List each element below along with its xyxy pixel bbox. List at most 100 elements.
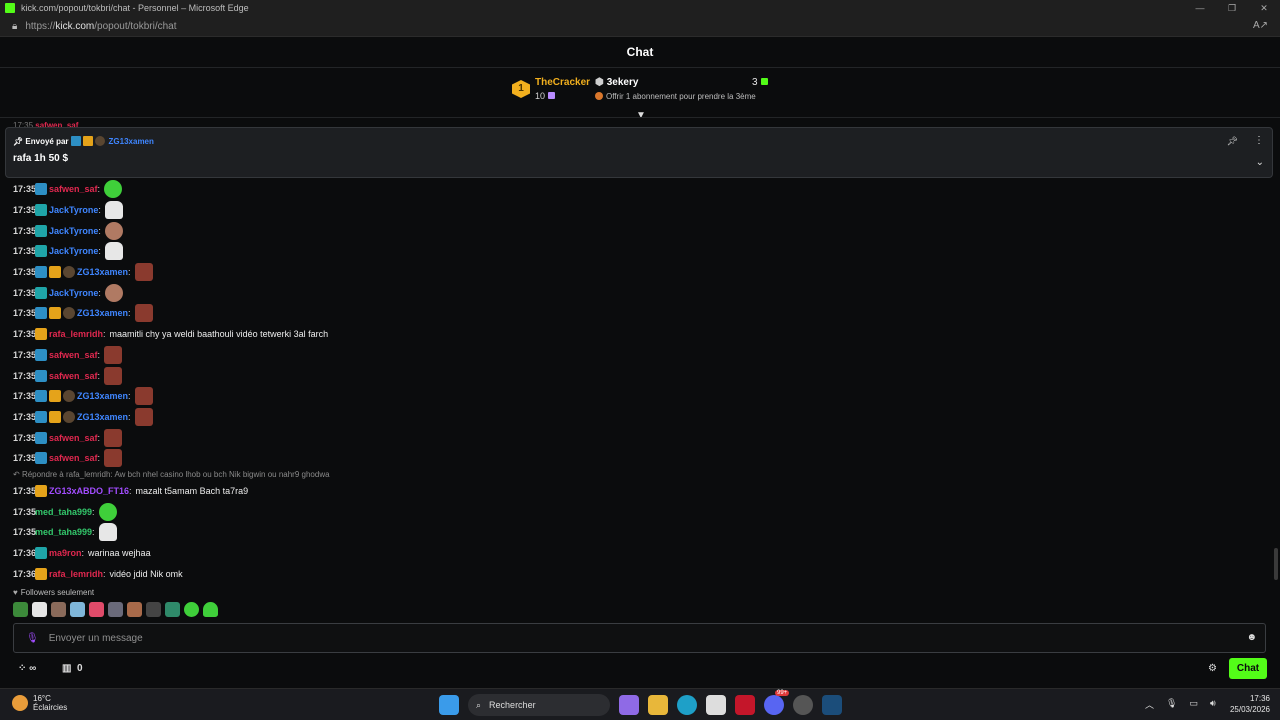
og-badge-icon[interactable] [35,307,47,320]
chat-message[interactable]: 17:35 JackTyrone: [13,241,1253,262]
store-points[interactable]: ▥ 0 [62,663,83,674]
emoji-picker-icon[interactable]: ☻ [1246,632,1257,643]
channel-points-indicator[interactable]: ⁘ ∞ [18,663,36,674]
message-username[interactable]: JackTyrone [49,246,98,256]
clock[interactable]: 17:36 25/03/2026 [1224,693,1270,715]
og-badge-icon[interactable] [35,369,47,382]
message-input[interactable]: 🎙︎ Envoyer un message ☻ [13,623,1266,653]
emote-icon[interactable] [104,221,123,240]
network-icon[interactable]: ▭ [1189,698,1198,711]
lock-icon[interactable]: 🔒︎ [12,21,17,32]
message-username[interactable]: JackTyrone [49,205,98,215]
message-username[interactable]: rafa_lemridh [49,329,103,339]
emote-icon[interactable] [134,263,153,282]
emote-icon[interactable] [108,602,123,617]
emote-icon[interactable] [104,449,123,468]
message-username[interactable]: med_taha999 [35,527,92,537]
crown-badge-icon[interactable] [49,266,61,279]
message-username[interactable]: rafa_lemridh [49,569,103,579]
pinned-message[interactable]: 📌︎ Envoyé par ZG13xamen rafa 1h 50 $ 📌︎ … [5,127,1273,178]
crown-badge-icon[interactable] [35,567,47,580]
message-username[interactable]: ZG13xamen [77,391,128,401]
og-badge-icon[interactable] [35,410,47,423]
close-icon[interactable]: ✕ [1248,0,1280,16]
message-username[interactable]: ZG13xABDO_FT16 [49,486,129,496]
chat-message[interactable]: 17:35 JackTyrone: [13,282,1253,303]
og-badge-icon[interactable] [35,452,47,465]
copilot-icon[interactable] [619,695,639,715]
emote-icon[interactable] [104,366,123,385]
steam-icon[interactable] [822,695,842,715]
more-options-icon[interactable]: ⋮ [1254,135,1264,146]
crown-badge-icon[interactable] [49,410,61,423]
emote-icon[interactable] [203,602,218,617]
minimize-icon[interactable]: — [1184,0,1216,16]
emote-icon[interactable] [98,523,117,542]
edge-icon[interactable] [677,695,697,715]
emote-icon[interactable] [51,602,66,617]
emote-icon[interactable] [104,345,123,364]
volume-icon[interactable]: 🔊︎ [1210,698,1216,711]
emote-icon[interactable] [104,283,123,302]
acrobat-icon[interactable] [735,695,755,715]
message-username[interactable]: ma9ron [49,548,82,558]
chat-message[interactable]: 17:35 ZG13xABDO_FT16: mazalt t5amam Bach t… [13,481,1253,502]
message-username[interactable]: ZG13xamen [77,308,128,318]
emote-icon[interactable] [104,201,123,220]
weather-widget[interactable]: 16°C Éclaircies [12,694,67,712]
sub-badge-icon[interactable] [35,204,47,217]
chat-message[interactable]: 17:35 safwen_saf: [13,345,1253,366]
sub-badge-icon[interactable] [35,245,47,258]
chat-message[interactable]: 17:36 ma9ron: warinaa wejhaa [13,543,1253,564]
message-username[interactable]: ZG13xamen [77,412,128,422]
chat-message[interactable]: 17:35 med_taha999: [13,501,1253,522]
mod-badge-icon[interactable] [63,307,75,320]
emote-icon[interactable] [104,428,123,447]
mod-badge-icon[interactable] [63,390,75,403]
message-username[interactable]: safwen_saf [49,350,98,360]
start-icon[interactable] [439,695,459,715]
sub-badge-icon[interactable] [35,224,47,237]
message-username[interactable]: safwen_saf [49,371,98,381]
read-aloud-icon[interactable]: A↗ [1253,20,1268,31]
chat-message[interactable]: 17:35 ZG13xamen: [13,262,1253,283]
emote-icon[interactable] [32,602,47,617]
message-username[interactable]: ZG13xamen [77,267,128,277]
chat-message[interactable]: 17:35 safwen_saf: [13,448,1253,469]
send-chat-button[interactable]: Chat [1229,658,1267,679]
reply-context[interactable]: ↶ Répondre à rafa_lemridh: Aw bch nhel c… [13,469,1253,481]
discord-icon[interactable]: 99+ [764,690,790,715]
chat-message[interactable]: 17:35 ZG13xamen: [13,386,1253,407]
sub-badge-icon[interactable] [35,286,47,299]
emote-icon[interactable] [134,387,153,406]
mod-badge-icon[interactable] [63,410,75,423]
unpin-icon[interactable]: 📌︎ [1227,136,1238,147]
mod-badge-icon[interactable] [63,266,75,279]
emote-icon[interactable] [98,502,117,521]
message-username[interactable]: JackTyrone [49,226,98,236]
chat-message[interactable]: 17:35 med_taha999: [13,522,1253,543]
emote-icon[interactable] [104,180,123,199]
og-badge-icon[interactable] [35,266,47,279]
chevron-up-icon[interactable]: ︿ [1145,698,1154,711]
crown-badge-icon[interactable] [35,484,47,497]
mic-tray-icon[interactable]: 🎙︎ [1166,698,1177,711]
chatgpt-icon[interactable] [793,695,813,715]
og-badge-icon[interactable] [35,390,47,403]
scrollbar[interactable] [1274,548,1278,580]
message-username[interactable]: safwen_saf [49,433,98,443]
emote-icon[interactable] [70,602,85,617]
message-username[interactable]: JackTyrone [49,288,98,298]
pinned-sender-name[interactable]: ZG13xamen [109,137,154,146]
emote-icon[interactable] [89,602,104,617]
emote-icon[interactable] [134,304,153,323]
emote-icon[interactable] [184,602,199,617]
sub-badge-icon[interactable] [35,547,47,560]
emote-icon[interactable] [165,602,180,617]
file-explorer-icon[interactable] [648,695,668,715]
chat-message[interactable]: 17:35 safwen_saf: [13,427,1253,448]
chat-message[interactable]: 17:35 rafa_lemridh: maamitli chy ya weldi … [13,324,1253,345]
chevron-down-icon[interactable]: ⌄ [1256,157,1264,168]
og-badge-icon[interactable] [35,431,47,444]
microphone-icon[interactable]: 🎙︎ [26,633,39,644]
